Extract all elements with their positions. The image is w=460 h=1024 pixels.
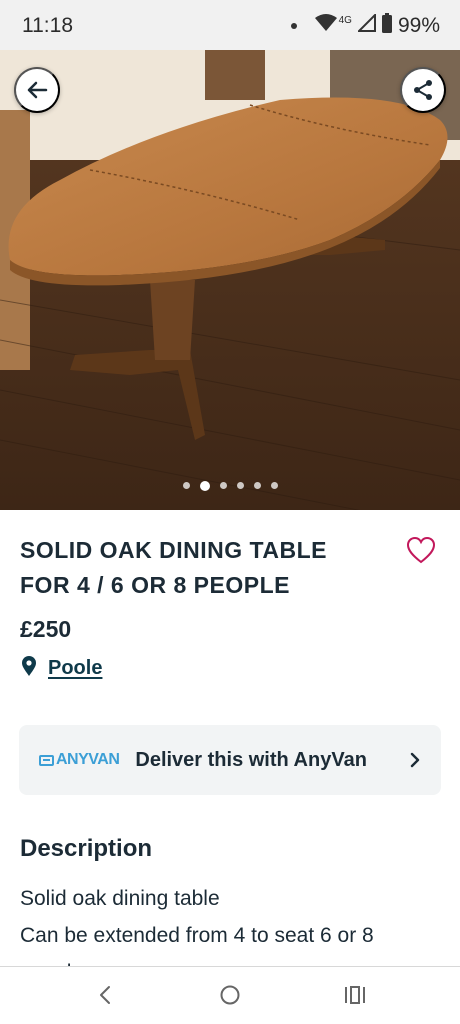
anyvan-logo: ANYVAN [39, 751, 120, 769]
recent-apps-icon [344, 985, 366, 1008]
system-back-button[interactable] [92, 983, 118, 1009]
system-home-button[interactable] [217, 983, 243, 1009]
signal-icon [356, 12, 376, 37]
description-line: Solid oak dining table [20, 887, 220, 910]
table-photo [0, 50, 460, 510]
arrow-left-icon [26, 79, 48, 101]
system-recent-apps-button[interactable] [342, 983, 368, 1009]
carousel-dot[interactable] [199, 480, 210, 491]
description-line: Can be extended from 4 to seat 6 or 8 [20, 924, 374, 947]
location-link[interactable]: Poole [48, 657, 102, 680]
favourite-button[interactable] [406, 536, 436, 564]
description-text: Solid oak dining table Can be extended f… [20, 880, 440, 966]
network-type: 4G [338, 15, 352, 26]
carousel-dot[interactable] [182, 482, 190, 489]
notification-dot-icon [290, 22, 297, 29]
chevron-right-icon [409, 751, 421, 769]
carousel-dot[interactable] [219, 482, 227, 489]
status-time: 11:18 [22, 14, 73, 37]
listing-title: SOLID OAK DINING TABLE FOR 4 / 6 OR 8 PE… [20, 537, 328, 598]
battery-icon [381, 13, 392, 38]
map-pin-icon [22, 656, 36, 681]
wifi-icon [314, 14, 337, 37]
status-bar: 11:18 4G 99% [0, 0, 460, 50]
carousel-dot[interactable] [253, 482, 261, 489]
share-button[interactable] [400, 67, 446, 113]
circle-home-icon [219, 984, 241, 1009]
listing-price: £250 [20, 616, 72, 642]
carousel-dot[interactable] [270, 482, 278, 489]
battery-level: 99% [397, 13, 440, 37]
listing-location[interactable]: Poole [22, 656, 102, 681]
share-icon [412, 79, 434, 101]
anyvan-logo-mark-icon [39, 754, 54, 766]
anyvan-logo-text: ANYVAN [56, 751, 120, 768]
carousel-dot[interactable] [236, 482, 244, 489]
chevron-left-icon [98, 984, 112, 1009]
system-nav-bar [0, 966, 460, 1024]
description-heading: Description [20, 835, 153, 862]
anyvan-delivery-card[interactable]: ANYVAN Deliver this with AnyVan [19, 725, 441, 795]
delivery-label: Deliver this with AnyVan [135, 748, 367, 771]
carousel-indicator [0, 480, 460, 491]
heart-outline-icon [406, 536, 436, 567]
description-line: people [20, 954, 440, 966]
listing-image-carousel[interactable] [0, 50, 460, 510]
back-button[interactable] [14, 67, 60, 113]
status-icons: 4G 99% [290, 12, 440, 38]
